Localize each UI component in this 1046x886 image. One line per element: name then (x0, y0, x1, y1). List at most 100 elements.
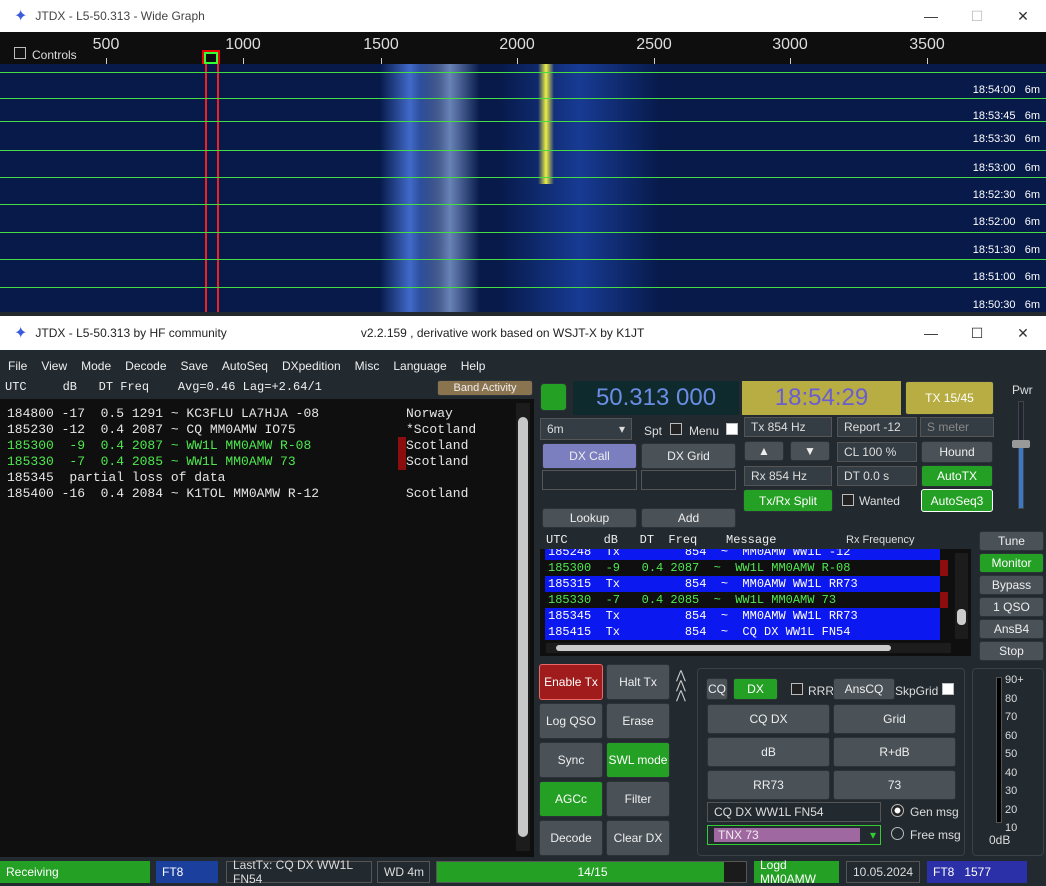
sync-button[interactable]: Sync (539, 742, 603, 778)
log-qso-button[interactable]: Log QSO (539, 703, 603, 739)
band-activity-row[interactable]: 184800 -17 0.5 1291 ~ KC3FLU LA7HJA -08 N… (7, 406, 534, 422)
scrollbar[interactable] (955, 553, 968, 639)
rx-row[interactable]: 185315 Tx 854 ~ MM0AMW WW1L RR73 (545, 576, 940, 592)
down-arrow-button[interactable]: ▼ (790, 441, 830, 461)
menu-dxpedition[interactable]: DXpedition (282, 359, 341, 373)
frequency-scale[interactable]: Controls 500 1000 1500 2000 2500 3000 3500 (0, 32, 1046, 64)
skpgrid-checkbox[interactable] (942, 683, 954, 695)
menu-autoseq[interactable]: AutoSeq (222, 359, 268, 373)
menu-file[interactable]: File (8, 359, 27, 373)
main-subtitle: v2.2.159 , derivative work based on WSJT… (360, 326, 645, 340)
spt-checkbox[interactable] (670, 423, 682, 435)
up-arrow-button[interactable]: ▲ (744, 441, 784, 461)
menu-mode[interactable]: Mode (81, 359, 111, 373)
dx-grid-input[interactable] (641, 470, 736, 490)
rx-row[interactable]: 185345 Tx 854 ~ MM0AMW WW1L RR73 (545, 608, 940, 624)
monitor-led[interactable] (540, 383, 567, 411)
rx-row[interactable]: 185330 -7 0.4 2085 ~ WW1L MM0AMW 73 (545, 592, 948, 608)
message-text: 185230 -12 0.4 2087 ~ CQ MM0AMW IO75 (7, 422, 296, 437)
band-activity-row[interactable]: 185300 -9 0.4 2087 ~ WW1L MM0AMW R-08 Sco… (7, 437, 534, 454)
erase-button[interactable]: Erase (606, 703, 670, 739)
free-msg-radio[interactable] (891, 827, 904, 840)
dt-spinner[interactable]: DT 0.0 s (837, 466, 917, 486)
filter-button[interactable]: Filter (606, 781, 670, 817)
dx-grid-button[interactable]: DX Grid (641, 443, 736, 469)
macro-grid-button[interactable]: Grid (833, 704, 956, 734)
rx-row[interactable]: 185415 Tx 854 ~ CQ DX WW1L FN54 (545, 624, 940, 640)
frequency-display[interactable]: 50.313 000 (573, 381, 739, 415)
close-icon[interactable]: ✕ (1000, 8, 1046, 25)
lookup-button[interactable]: Lookup (542, 508, 637, 528)
menu-help[interactable]: Help (461, 359, 486, 373)
controls-checkbox[interactable] (14, 47, 26, 59)
enable-tx-button[interactable]: Enable Tx (539, 664, 603, 700)
power-slider[interactable] (1012, 401, 1030, 509)
menu-language[interactable]: Language (393, 359, 446, 373)
hound-button[interactable]: Hound (921, 441, 993, 463)
maximize-icon[interactable]: ☐ (954, 325, 1000, 342)
message-input[interactable]: CQ DX WW1L FN54 (707, 802, 881, 822)
bypass-button[interactable]: Bypass (979, 575, 1044, 595)
dx-button[interactable]: DX (733, 678, 778, 700)
add-button[interactable]: Add (641, 508, 736, 528)
rx-row[interactable]: 185300 -9 0.4 2087 ~ WW1L MM0AMW R-08 (545, 560, 948, 576)
menu-misc[interactable]: Misc (355, 359, 380, 373)
h-scrollbar[interactable] (546, 643, 951, 653)
close-icon[interactable]: ✕ (1000, 325, 1046, 342)
macro-rr73-button[interactable]: RR73 (707, 770, 830, 800)
autotx-button[interactable]: AutoTX (921, 465, 993, 487)
report-spinner[interactable]: Report -12 (837, 417, 917, 437)
1-qso-button[interactable]: 1 QSO (979, 597, 1044, 617)
collapse-arrows-icon[interactable]: ⋀ ⋀ ⋀ (676, 669, 686, 701)
menu-save[interactable]: Save (181, 359, 208, 373)
minimize-icon[interactable]: — (908, 8, 954, 25)
menu-view[interactable]: View (41, 359, 67, 373)
tune-button[interactable]: Tune (979, 531, 1044, 551)
ansb4-button[interactable]: AnsB4 (979, 619, 1044, 639)
rx-row[interactable]: 185248 Tx 854 ~ MM0AMW WW1L -12 (545, 549, 940, 560)
band-activity-panel[interactable]: 184800 -17 0.5 1291 ~ KC3FLU LA7HJA -08 N… (0, 399, 534, 857)
band-select[interactable]: 6m ▾ (540, 418, 632, 440)
message-select[interactable]: TNX 73 ▾ (707, 825, 881, 845)
tx-freq-spinner[interactable]: Tx 854 Hz (744, 417, 832, 437)
band-activity-button[interactable]: Band Activity (437, 380, 533, 396)
anscq-button[interactable]: AnsCQ (833, 678, 895, 700)
stop-button[interactable]: Stop (979, 641, 1044, 661)
agcc-button[interactable]: AGCc (539, 781, 603, 817)
menu-decode[interactable]: Decode (125, 359, 166, 373)
rrr-checkbox[interactable] (791, 683, 803, 695)
maximize-icon[interactable]: ☐ (954, 8, 1000, 25)
txrx-split-button[interactable]: Tx/Rx Split (743, 489, 833, 512)
main-title: JTDX - L5-50.313 by HF community (35, 326, 227, 340)
macro-73-button[interactable]: 73 (833, 770, 956, 800)
minimize-icon[interactable]: — (908, 325, 954, 342)
tx-period-button[interactable]: TX 15/45 (905, 381, 994, 415)
macro-db-button[interactable]: dB (707, 737, 830, 767)
cl-spinner[interactable]: CL 100 % (837, 442, 917, 462)
tx-marker[interactable] (204, 52, 218, 64)
rx-freq-spinner[interactable]: Rx 854 Hz (744, 466, 832, 486)
autoseq3-button[interactable]: AutoSeq3 (921, 489, 993, 512)
band-activity-row[interactable]: 185400 -16 0.4 2084 ~ K1TOL MM0AMW R-12 S… (7, 486, 534, 502)
monitor-button[interactable]: Monitor (979, 553, 1044, 573)
scrollbar[interactable] (516, 403, 530, 851)
dx-call-input[interactable] (542, 470, 637, 490)
band-activity-row[interactable]: 185345 partial loss of data (7, 470, 534, 486)
meter-tick-label: 90+ (1005, 674, 1024, 686)
clear-dx-button[interactable]: Clear DX (606, 820, 670, 856)
dx-call-button[interactable]: DX Call (542, 443, 637, 469)
band-activity-row[interactable]: 185330 -7 0.4 2085 ~ WW1L MM0AMW 73 Scotl… (7, 453, 534, 470)
wanted-checkbox[interactable] (842, 494, 854, 506)
menu-label: Menu (689, 424, 720, 438)
macro-r-db-button[interactable]: R+dB (833, 737, 956, 767)
swl-mode-button[interactable]: SWL mode (606, 742, 670, 778)
rx-frequency-panel[interactable]: 185248 Tx 854 ~ MM0AMW WW1L -12 185300 -9… (540, 549, 971, 656)
halt-tx-button[interactable]: Halt Tx (606, 664, 670, 700)
gen-msg-radio[interactable] (891, 804, 904, 817)
menu-checkbox[interactable] (726, 423, 738, 435)
macro-cq-dx-button[interactable]: CQ DX (707, 704, 830, 734)
band-activity-row[interactable]: 185230 -12 0.4 2087 ~ CQ MM0AMW IO75 *Sco… (7, 422, 534, 438)
cq-button[interactable]: CQ (706, 678, 728, 700)
decode-button[interactable]: Decode (539, 820, 603, 856)
waterfall[interactable]: 18:54:00 6m 18:53:45 6m 18:53:30 6m 18:53:0… (0, 64, 1046, 312)
